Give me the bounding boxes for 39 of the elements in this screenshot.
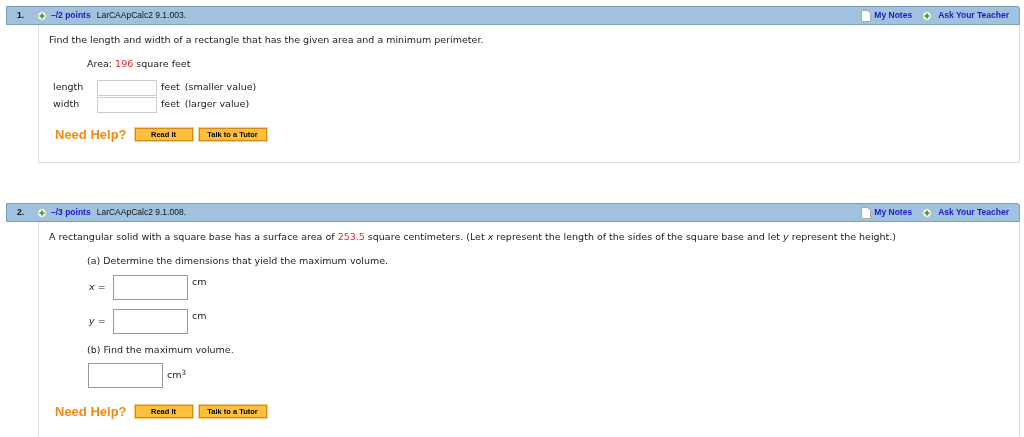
ask-teacher-link[interactable]: Ask Your Teacher [938,206,1009,219]
input-field[interactable] [113,274,188,300]
field-label: width [53,97,81,112]
variable-label: y = [89,313,107,328]
variable-label: x = [89,279,107,294]
input-field[interactable] [97,79,157,96]
unit-label: cm [192,308,207,323]
my-notes-link[interactable]: My Notes [874,206,913,219]
part-text: (b) Find the maximum volume. [87,342,235,357]
unit-label: cm$^{3}$ [167,368,186,383]
plus-icon [922,207,933,218]
question-text: A rectangular solid with a square base has a surface area of 253.5 square centimeters. (Let x represent the length of the sides of the square base and let y represent the height.) [49,230,898,244]
my-notes-link[interactable]: My Notes [874,9,913,22]
question-text: Find the length and width of a rectangle that has the given area and a minimum perimeter. [49,33,485,47]
part-text: (a) Determine the dimensions that yield the maximum volume. [87,254,390,269]
document-icon [861,9,872,22]
given-text: Area: 196 square feet [87,57,192,72]
hint-text: (smaller value) [184,80,257,95]
unit-label: feet [161,97,180,112]
plus-icon [37,207,47,218]
input-field[interactable] [88,362,163,388]
need-help-label: Need Help? [55,402,127,421]
question-number: 1. [17,9,26,22]
plus-icon [37,10,47,21]
question-code: LarCAApCalc2 9.1.003. [96,9,186,22]
need-help-label: Need Help? [55,125,127,144]
input-field[interactable] [113,308,188,334]
ask-teacher-link[interactable]: Ask Your Teacher [938,9,1009,22]
document-icon [861,206,872,219]
points-link[interactable]: –/3 points [51,206,91,219]
question-number: 2. [17,206,26,219]
question-code: LarCAApCalc2 9.1.008. [96,206,186,219]
unit-label: cm [192,274,207,289]
unit-label: feet [161,80,180,95]
plus-icon [922,10,933,21]
field-label: length [53,80,85,95]
input-field[interactable] [97,96,157,113]
points-link[interactable]: –/2 points [51,9,91,22]
hint-text: (larger value) [184,97,250,112]
